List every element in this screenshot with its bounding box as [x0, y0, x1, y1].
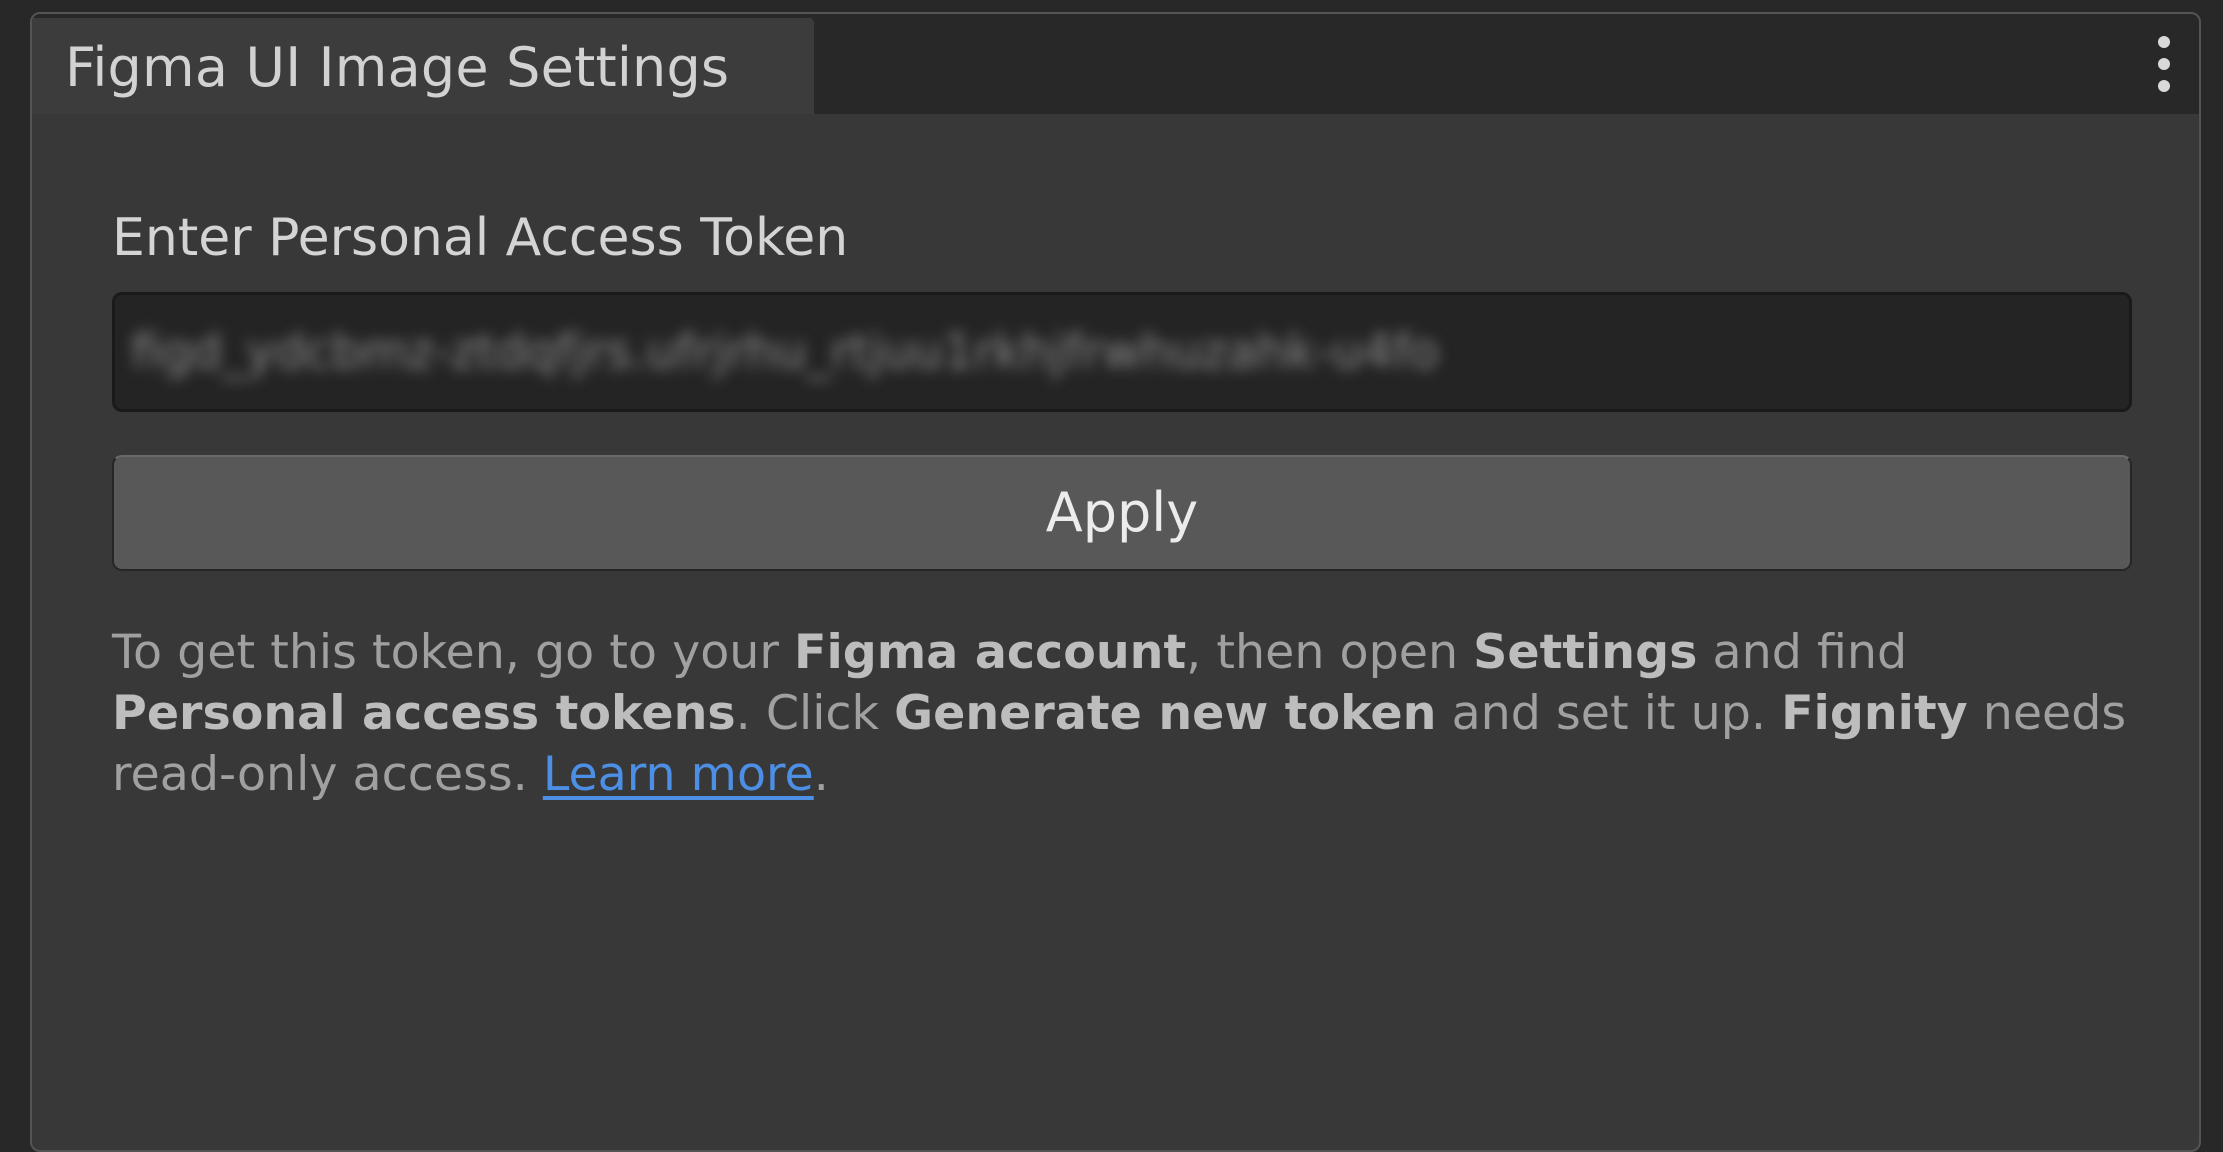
help-text-part: To get this token, go to your [112, 625, 795, 680]
token-input[interactable]: figd_ydcbmz-ztdqfjrs.ufrjrhu_rtjuu1rkhjf… [112, 292, 2132, 412]
help-text-part: . Click [735, 686, 895, 741]
help-text-part: . [813, 747, 829, 802]
tab-bar: Figma UI Image Settings [32, 14, 2199, 114]
learn-more-link[interactable]: Learn more [543, 747, 814, 802]
help-bold-generate-new-token: Generate new token [894, 686, 1437, 741]
token-label: Enter Personal Access Token [112, 208, 849, 268]
help-text-part: , then open [1186, 625, 1474, 680]
kebab-menu-icon[interactable] [2149, 36, 2179, 92]
tab-figma-ui-image-settings[interactable]: Figma UI Image Settings [32, 18, 816, 114]
help-text: To get this token, go to your Figma acco… [112, 622, 2142, 805]
settings-window: Figma UI Image Settings Enter Personal A… [30, 12, 2201, 1152]
token-value: figd_ydcbmz-ztdqfjrs.ufrjrhu_rtjuu1rkhjf… [131, 324, 1440, 380]
tab-title: Figma UI Image Settings [65, 36, 730, 99]
help-bold-fignity: Fignity [1781, 686, 1968, 741]
help-text-part: and find [1697, 625, 1908, 680]
help-text-part: and set it up. [1436, 686, 1782, 741]
apply-button[interactable]: Apply [112, 455, 2132, 571]
help-bold-figma-account: Figma account [794, 625, 1187, 680]
apply-button-label: Apply [1045, 481, 1199, 544]
help-bold-settings: Settings [1473, 625, 1698, 680]
help-bold-personal-access-tokens: Personal access tokens [112, 686, 736, 741]
